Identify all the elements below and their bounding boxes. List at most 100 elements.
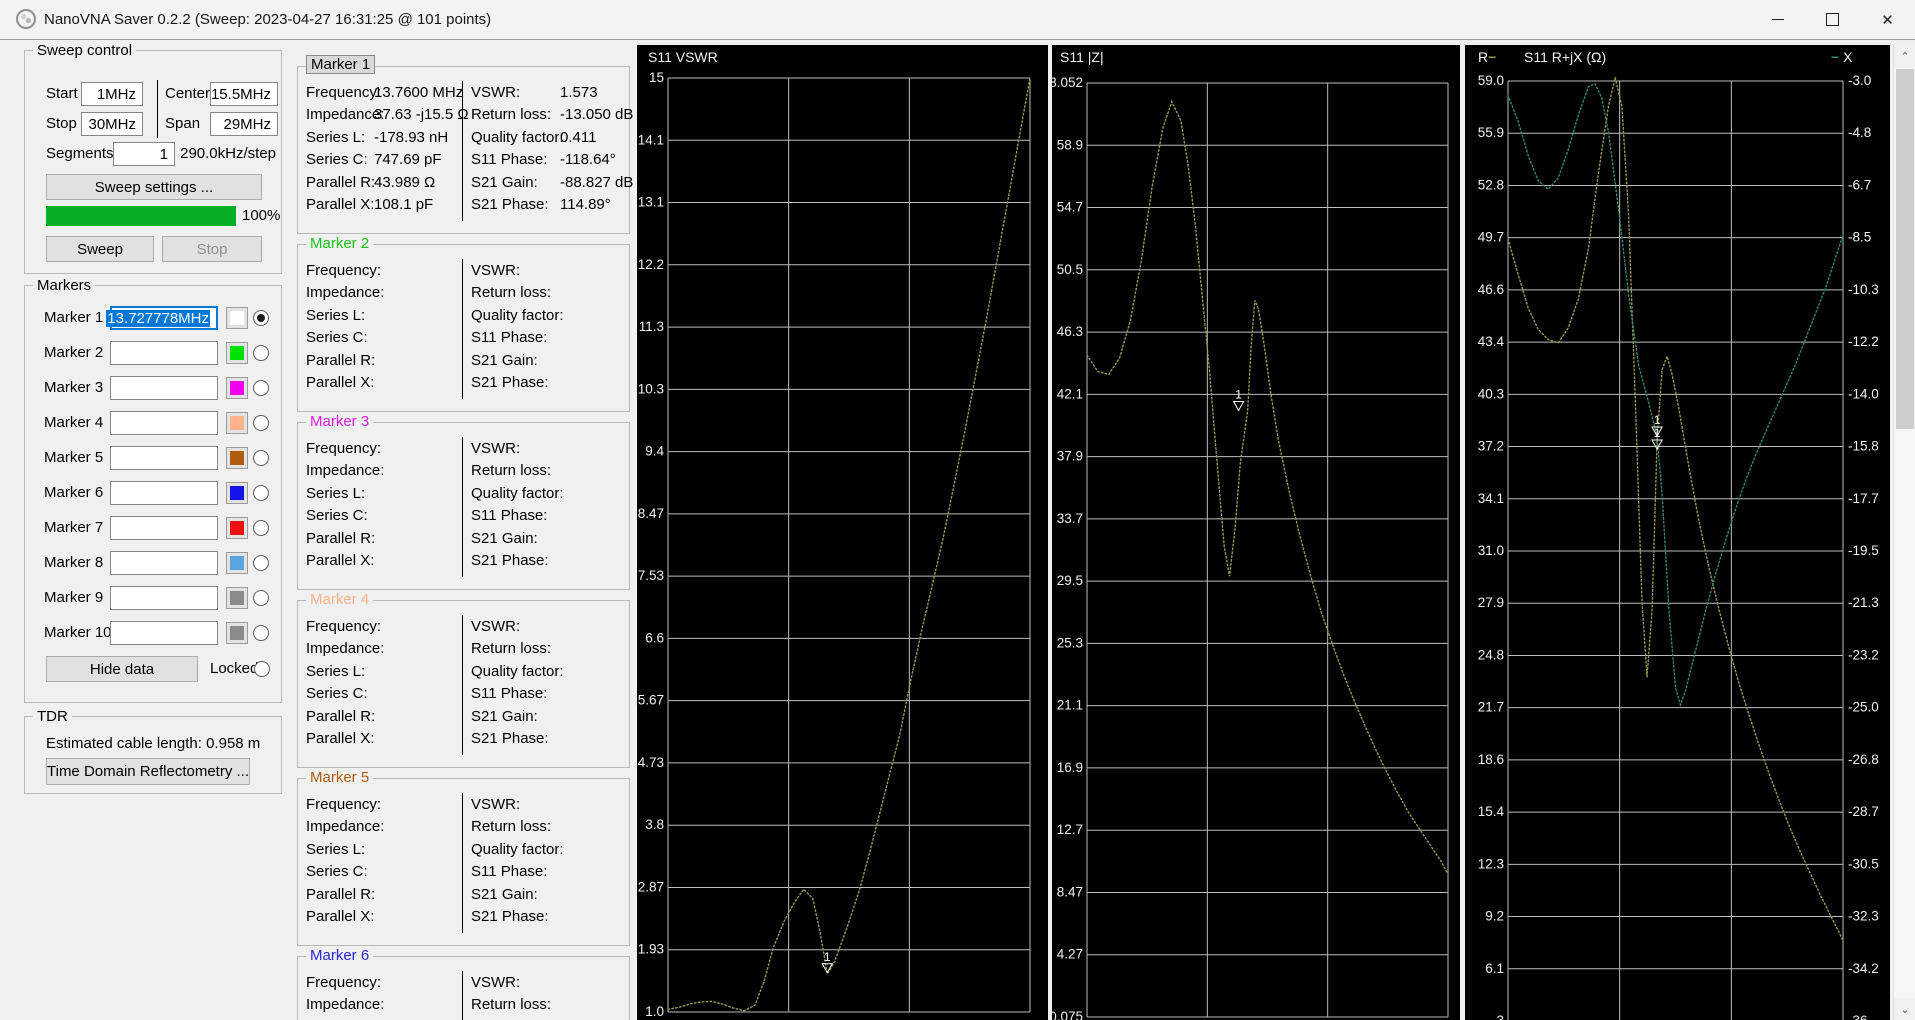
marker-frequency-input[interactable]: [110, 586, 218, 610]
marker-frequency-input[interactable]: 13.727778MHz: [106, 306, 218, 330]
marker-color-swatch[interactable]: [226, 447, 248, 469]
marker-select-radio[interactable]: [253, 625, 269, 641]
svg-text:52.8: 52.8: [1478, 177, 1504, 192]
marker-select-radio[interactable]: [253, 450, 269, 466]
marker-select-radio[interactable]: [253, 415, 269, 431]
marker-select-radio[interactable]: [253, 520, 269, 536]
field-value: 108.1 pF: [374, 196, 434, 213]
hide-data-button[interactable]: Hide data: [46, 656, 198, 682]
title-bar[interactable]: NanoVNA Saver 0.2.2 (Sweep: 2023-04-27 1…: [0, 0, 1915, 40]
field-label: Frequency:: [306, 618, 382, 635]
marker-label: 1: [1654, 426, 1661, 440]
marker-color-swatch[interactable]: [226, 517, 248, 539]
field-label: S21 Gain:: [471, 885, 538, 903]
field-label: Series C:: [306, 685, 368, 703]
tdr-button[interactable]: Time Domain Reflectometry ...: [46, 758, 250, 785]
marker-color-swatch[interactable]: [226, 342, 248, 364]
scroll-down-icon[interactable]: ⌄: [1894, 998, 1915, 1020]
marker-color-swatch[interactable]: [226, 412, 248, 434]
sweep-button[interactable]: Sweep: [46, 236, 154, 262]
locked-radio[interactable]: [254, 661, 270, 677]
marker-color-swatch[interactable]: [226, 377, 248, 399]
marker-select-radio[interactable]: [253, 345, 269, 361]
marker-label: 1: [1654, 413, 1661, 427]
marker-select-radio[interactable]: [253, 555, 269, 571]
segments-input[interactable]: 1: [113, 142, 175, 166]
minimize-button[interactable]: [1750, 0, 1805, 39]
marker-data-box: Marker 1 Frequency: 13.7600 MHz Impedance: 3…: [297, 55, 633, 234]
field-label: Frequency:: [306, 84, 382, 101]
svg-text:4.73: 4.73: [638, 755, 664, 770]
marker-color-swatch[interactable]: [226, 587, 248, 609]
marker-color-swatch[interactable]: [226, 552, 248, 574]
svg-text:-32.3: -32.3: [1848, 909, 1879, 924]
marker-color: [230, 486, 244, 500]
marker-select-radio[interactable]: [253, 485, 269, 501]
scroll-up-icon[interactable]: ⌃: [1894, 45, 1915, 67]
chart-title: S11 |Z|: [1060, 49, 1104, 65]
field-label: Impedance:: [306, 284, 385, 302]
field-label: VSWR:: [471, 84, 521, 101]
marker-color-swatch[interactable]: [226, 622, 248, 644]
svg-text:33.7: 33.7: [1057, 511, 1083, 526]
marker-color-swatch[interactable]: [226, 482, 248, 504]
field-label: S21 Gain:: [471, 529, 538, 547]
chart-canvas[interactable]: 59.0 -3.0 55.9 -4.8 52.8 -6.7 49.7 -8.5 46.6 -10.…: [1465, 45, 1890, 1020]
svg-text:14.1: 14.1: [638, 132, 664, 147]
chart-canvas[interactable]: 15 14.1 13.1 12.2 11.3 10.3 9.4 8.47 7.53 6.6 5.67…: [637, 45, 1048, 1020]
svg-text:15: 15: [649, 70, 664, 85]
span-input[interactable]: 29MHz: [210, 112, 278, 136]
sweep-settings-button[interactable]: Sweep settings ...: [46, 174, 262, 200]
window-title: NanoVNA Saver 0.2.2 (Sweep: 2023-04-27 1…: [44, 11, 492, 28]
center-input[interactable]: 15.5MHz: [210, 82, 278, 106]
marker-frequency-input[interactable]: [110, 341, 218, 365]
marker-frequency-input[interactable]: [110, 516, 218, 540]
vertical-scrollbar[interactable]: ⌃ ⌄: [1893, 45, 1915, 1020]
marker-color-swatch[interactable]: [226, 307, 248, 329]
close-button[interactable]: ✕: [1860, 0, 1915, 39]
marker-frequency-input[interactable]: [110, 551, 218, 575]
svg-text:-23.2: -23.2: [1848, 647, 1879, 662]
marker-select-radio[interactable]: [253, 310, 269, 326]
svg-text:7.53: 7.53: [638, 568, 664, 583]
marker-frequency-input[interactable]: [110, 621, 218, 645]
field-label: Parallel R:: [306, 351, 376, 369]
chart-s11-z[interactable]: S11 |Z| 63.052 58.9 54.7 50.5 46.3 42.1 37.9 33.…: [1042, 45, 1460, 1020]
marker-select-radio[interactable]: [253, 590, 269, 606]
field-label: Parallel R:: [306, 173, 376, 191]
chart-s11-rjx[interactable]: S11 R+jX (Ω) R− − X 59.0 -3.0 55.9 -4.8 52.8 -6.…: [1465, 45, 1890, 1020]
start-input[interactable]: 1MHz: [81, 82, 143, 106]
chart-title: S11 R+jX (Ω): [1524, 49, 1607, 65]
svg-text:3.8: 3.8: [645, 817, 664, 832]
field-label: Impedance:: [306, 818, 385, 836]
svg-text:-14.0: -14.0: [1848, 386, 1879, 401]
chart-s11-vswr[interactable]: S11 VSWR 15 14.1 13.1 12.2 11.3 10.3 9.4 8.47 7.5…: [637, 45, 1048, 1020]
stop-input[interactable]: 30MHz: [81, 112, 143, 136]
field-column-divider: [462, 615, 463, 755]
tdr-group-label: TDR: [33, 708, 72, 725]
field-column-divider: [462, 81, 463, 221]
stop-button[interactable]: Stop: [162, 236, 262, 262]
marker-frequency-input[interactable]: [110, 376, 218, 400]
marker-data-box: Marker 4 Frequency: Impedance: Series L: Ser…: [297, 591, 630, 768]
field-column-divider: [462, 971, 463, 1020]
marker-data-box: Marker 5 Frequency: Impedance: Series L: Ser…: [297, 769, 630, 946]
sweep-progress-bar: [46, 206, 236, 226]
scrollbar-thumb[interactable]: [1896, 69, 1914, 429]
field-label: Series C:: [306, 151, 368, 169]
marker-frequency-input[interactable]: [110, 446, 218, 470]
marker-frequency-input[interactable]: [110, 411, 218, 435]
marker-data-box-title: Marker 3: [306, 413, 374, 430]
svg-text:1.93: 1.93: [638, 942, 664, 957]
field-label: Series L:: [306, 484, 366, 502]
maximize-button[interactable]: [1805, 0, 1860, 39]
step-size-text: 290.0kHz/step: [180, 145, 276, 162]
field-label: Parallel X:: [306, 374, 375, 391]
span-label: Span: [165, 115, 201, 132]
svg-text:21.7: 21.7: [1478, 700, 1504, 715]
field-value: 43.989 Ω: [374, 173, 436, 191]
marker-frequency-input[interactable]: [110, 481, 218, 505]
selected-text: 13.727778MHz: [106, 309, 210, 327]
chart-canvas[interactable]: 63.052 58.9 54.7 50.5 46.3 42.1 37.9 33.7 29.5 25…: [1042, 45, 1460, 1020]
marker-select-radio[interactable]: [253, 380, 269, 396]
